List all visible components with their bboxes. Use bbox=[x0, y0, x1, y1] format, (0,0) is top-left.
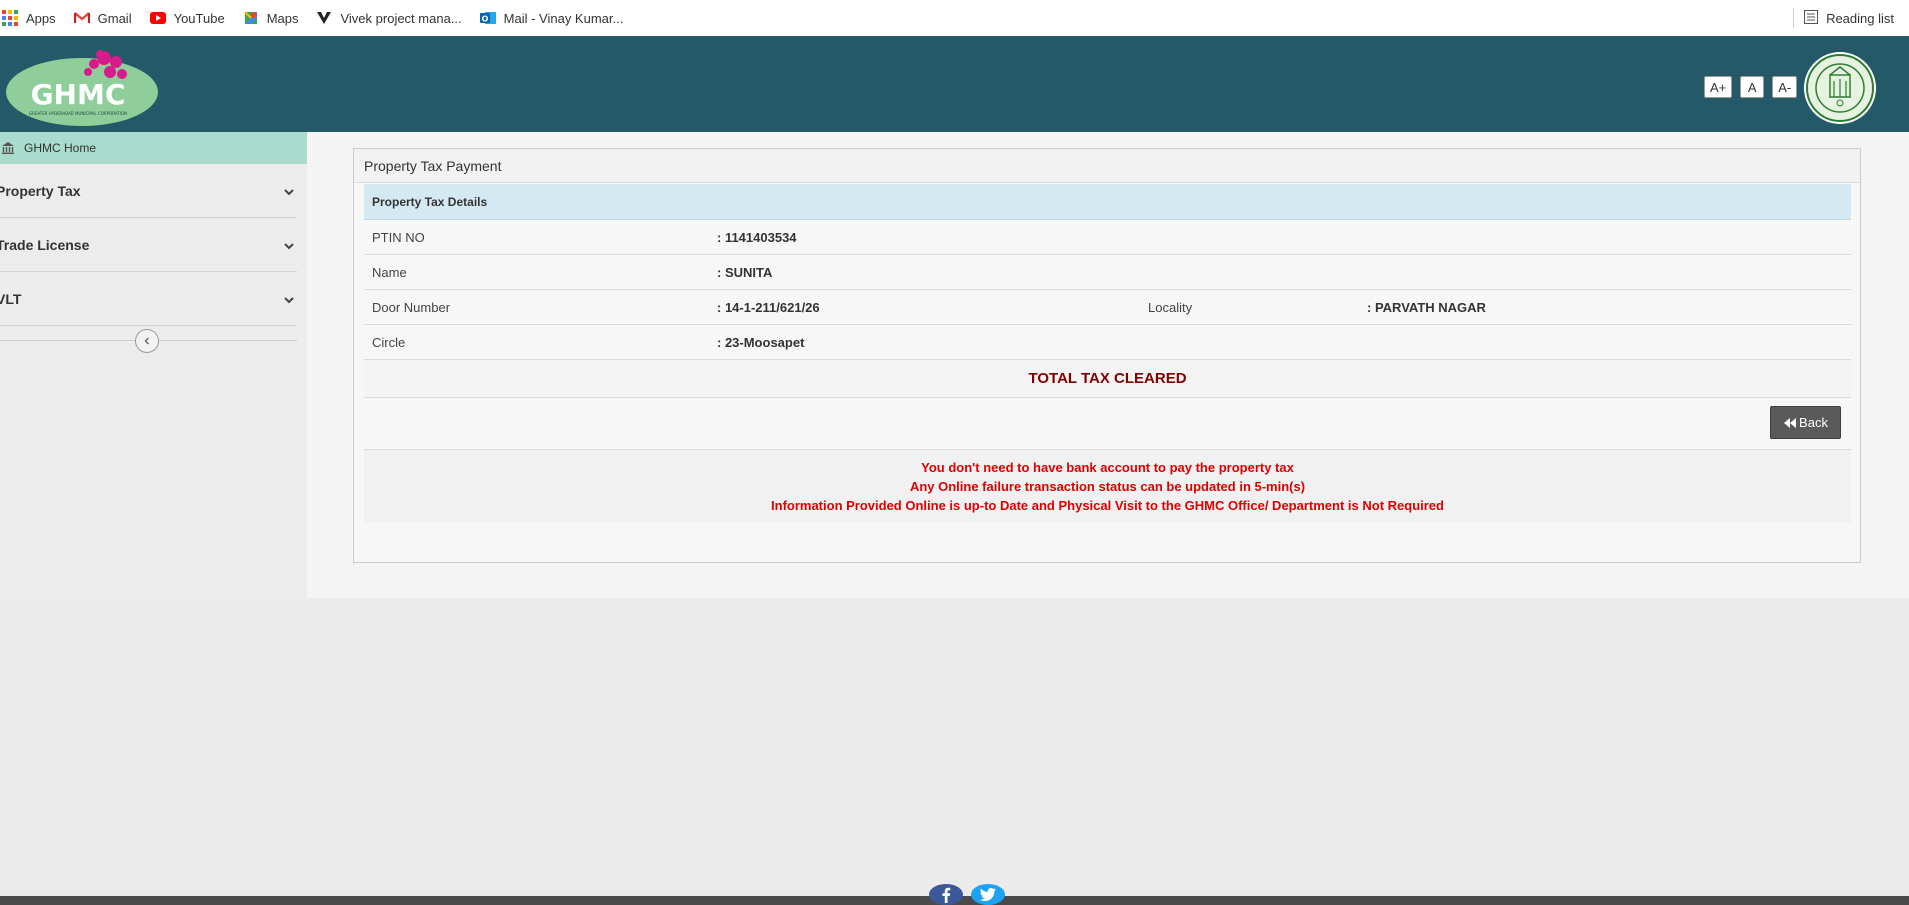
table-row: Door Number : 14-1-211/621/26 Locality :… bbox=[364, 290, 1851, 325]
panel-title: Property Tax Payment bbox=[354, 149, 1860, 183]
svg-text:O: O bbox=[481, 15, 488, 24]
bookmark-label: YouTube bbox=[173, 10, 225, 26]
facebook-icon[interactable] bbox=[929, 884, 963, 905]
sidebar-collapse-button[interactable] bbox=[135, 329, 159, 353]
door-number-label: Door Number bbox=[372, 300, 451, 315]
chevron-down-icon bbox=[283, 185, 295, 197]
ptin-label: PTIN NO bbox=[372, 230, 425, 245]
ptin-value: : 1141403534 bbox=[717, 230, 797, 245]
bookmark-label: Apps bbox=[26, 10, 56, 26]
bookmark-gmail[interactable]: Gmail bbox=[73, 10, 132, 26]
table-row: Name : SUNITA bbox=[364, 255, 1851, 290]
gmail-icon bbox=[73, 10, 90, 26]
back-button[interactable]: Back bbox=[1770, 406, 1841, 439]
sidebar-item-property-tax[interactable]: Property Tax bbox=[0, 164, 297, 218]
locality-label: Locality bbox=[1148, 300, 1193, 315]
chevron-down-icon bbox=[283, 293, 295, 305]
circle-label: Circle bbox=[372, 335, 406, 350]
circle-value: : 23-Moosapet bbox=[717, 335, 805, 350]
telangana-emblem-icon bbox=[1803, 51, 1877, 125]
font-increase-button[interactable]: A+ bbox=[1704, 76, 1733, 98]
youtube-icon bbox=[149, 10, 166, 26]
font-size-controls: A+ A A- bbox=[1704, 76, 1798, 98]
chevron-down-icon bbox=[283, 239, 295, 251]
logo-subtext: GREATER HYDERABAD MUNICIPAL CORPORATION bbox=[29, 111, 127, 116]
bookmark-label: Maps bbox=[266, 10, 299, 26]
outlook-icon: O bbox=[479, 10, 496, 26]
bookmark-label: Gmail bbox=[97, 10, 132, 26]
bookmark-apps[interactable]: Apps bbox=[2, 10, 56, 26]
bank-icon bbox=[2, 142, 14, 154]
bookmark-maps[interactable]: Maps bbox=[243, 10, 299, 26]
reading-list[interactable]: Reading list bbox=[1793, 0, 1894, 36]
sidebar-item-vlt[interactable]: VLT bbox=[0, 272, 297, 326]
font-reset-button[interactable]: A bbox=[1740, 76, 1765, 98]
site-header: GHMC GREATER HYDERABAD MUNICIPAL CORPORA… bbox=[0, 36, 1909, 132]
notice-line: Information Provided Online is up-to Dat… bbox=[771, 498, 1444, 513]
actions-row: Back bbox=[364, 398, 1851, 450]
notice-line: Any Online failure transaction status ca… bbox=[909, 479, 1306, 494]
bookmark-youtube[interactable]: YouTube bbox=[149, 10, 225, 26]
notice-box: You don't need to have bank account to p… bbox=[364, 450, 1851, 522]
sidebar-collapse-row bbox=[0, 326, 297, 356]
font-decrease-button[interactable]: A- bbox=[1772, 76, 1798, 98]
details-title: Property Tax Details bbox=[364, 184, 1851, 220]
sidebar-item-trade-license[interactable]: Trade License bbox=[0, 218, 297, 272]
bookmark-mail[interactable]: O Mail - Vinay Kumar... bbox=[479, 10, 624, 26]
bookmark-vivek[interactable]: Vivek project mana... bbox=[316, 10, 462, 26]
apps-grid-icon bbox=[2, 10, 18, 26]
bookmark-label: Vivek project mana... bbox=[340, 10, 462, 26]
chevron-left-icon bbox=[144, 337, 149, 345]
back-button-label: Back bbox=[1799, 415, 1828, 430]
name-value: : SUNITA bbox=[717, 265, 773, 280]
locality-value: : PARVATH NAGAR bbox=[1367, 300, 1486, 315]
bookmark-label: Mail - Vinay Kumar... bbox=[503, 10, 624, 26]
name-label: Name bbox=[372, 265, 407, 280]
sidebar-item-label: Trade License bbox=[0, 236, 90, 253]
property-tax-details: Property Tax Details PTIN NO : 114140353… bbox=[364, 184, 1851, 522]
sidebar-home-label: GHMC Home bbox=[24, 141, 97, 155]
main-content: Property Tax Payment Property Tax Detail… bbox=[307, 132, 1909, 598]
table-row: PTIN NO : 1141403534 bbox=[364, 220, 1851, 255]
divider bbox=[1793, 8, 1795, 28]
twitter-icon[interactable] bbox=[971, 884, 1005, 905]
bookmarks-bar: Apps Gmail YouTube Maps Vivek project ma… bbox=[0, 0, 1909, 36]
notice-line: You don't need to have bank account to p… bbox=[921, 460, 1294, 475]
maps-icon bbox=[243, 10, 259, 26]
reading-list-icon bbox=[1804, 9, 1819, 27]
door-number-value: : 14-1-211/621/26 bbox=[717, 300, 820, 315]
logo-text: GHMC bbox=[31, 78, 126, 111]
tax-status: TOTAL TAX CLEARED bbox=[364, 360, 1851, 398]
sidebar-item-home[interactable]: GHMC Home bbox=[0, 132, 307, 164]
vivek-icon bbox=[316, 10, 332, 26]
sidebar-item-label: Property Tax bbox=[0, 182, 81, 199]
table-row: Circle : 23-Moosapet bbox=[364, 325, 1851, 360]
backward-icon bbox=[1784, 417, 1797, 428]
sidebar-item-label: VLT bbox=[0, 290, 22, 307]
property-tax-panel: Property Tax Payment Property Tax Detail… bbox=[353, 148, 1861, 563]
ghmc-logo[interactable]: GHMC GREATER HYDERABAD MUNICIPAL CORPORA… bbox=[4, 46, 160, 128]
reading-list-label: Reading list bbox=[1826, 10, 1894, 26]
sidebar: GHMC Home Property Tax Trade License VLT bbox=[0, 132, 307, 598]
